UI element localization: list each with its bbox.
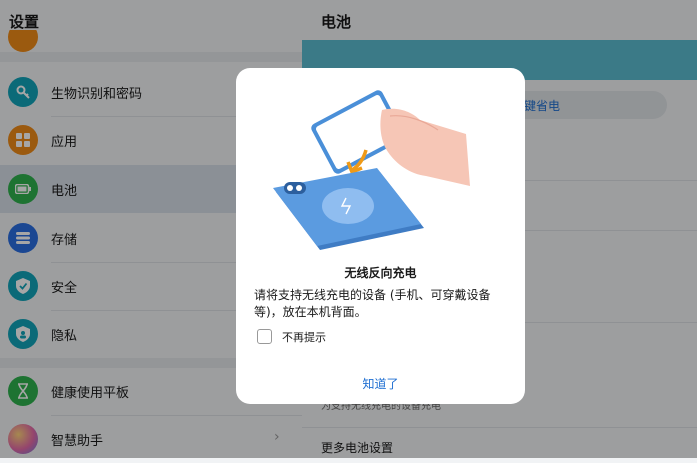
dont-show-again-label[interactable]: 不再提示 (282, 329, 326, 345)
got-it-button[interactable]: 知道了 (236, 375, 525, 392)
reverse-charging-illustration (273, 90, 470, 250)
dialog-message: 请将支持无线充电的设备 (手机、可穿戴设备等)，放在本机背面。 (254, 288, 491, 319)
dialog-title: 无线反向充电 (344, 266, 417, 280)
dont-show-again-checkbox[interactable] (257, 329, 272, 344)
reverse-charging-dialog: 无线反向充电 请将支持无线充电的设备 (手机、可穿戴设备等)，放在本机背面。 不… (236, 68, 525, 404)
